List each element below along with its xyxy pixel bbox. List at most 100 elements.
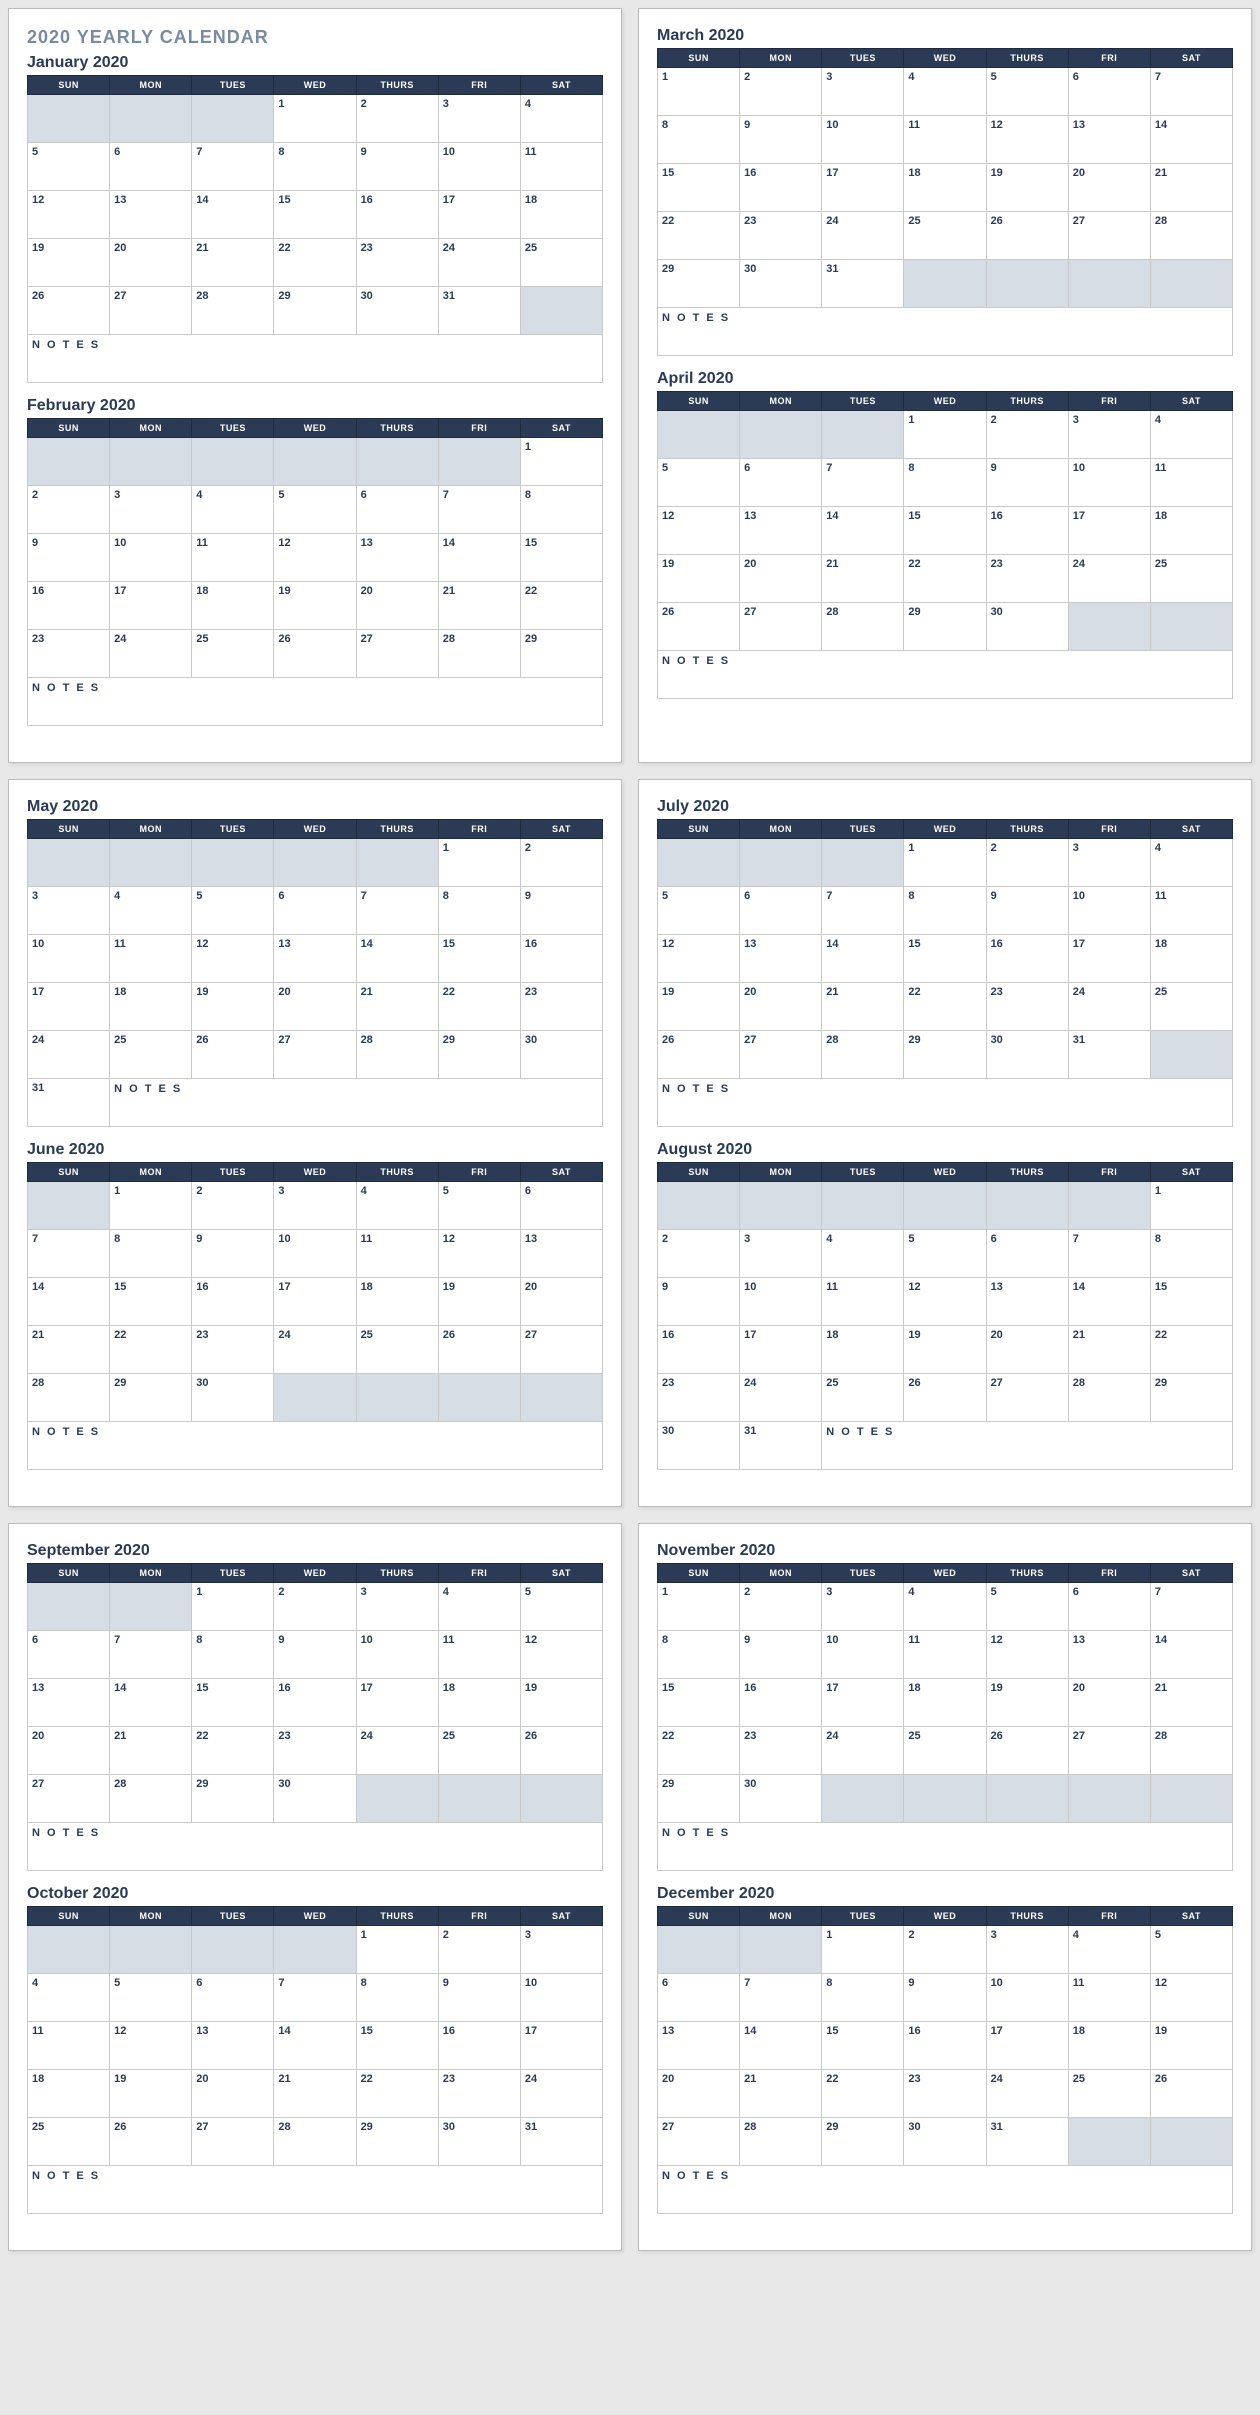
day-cell[interactable]: 17 bbox=[740, 1326, 822, 1374]
day-cell[interactable]: 9 bbox=[192, 1230, 274, 1278]
day-cell[interactable]: 5 bbox=[438, 1182, 520, 1230]
day-cell[interactable]: 6 bbox=[1068, 68, 1150, 116]
day-cell[interactable]: 15 bbox=[274, 191, 356, 239]
day-cell[interactable] bbox=[1068, 1182, 1150, 1230]
day-cell[interactable]: 13 bbox=[740, 935, 822, 983]
day-cell[interactable]: 23 bbox=[274, 1727, 356, 1775]
day-cell[interactable]: 6 bbox=[1068, 1583, 1150, 1631]
day-cell[interactable]: 5 bbox=[28, 143, 110, 191]
day-cell[interactable]: 10 bbox=[356, 1631, 438, 1679]
day-cell[interactable]: 29 bbox=[904, 1031, 986, 1079]
day-cell[interactable]: 26 bbox=[986, 1727, 1068, 1775]
day-cell[interactable]: 24 bbox=[28, 1031, 110, 1079]
day-cell[interactable]: 1 bbox=[438, 839, 520, 887]
day-cell[interactable]: 11 bbox=[438, 1631, 520, 1679]
day-cell[interactable]: 14 bbox=[740, 2022, 822, 2070]
day-cell[interactable] bbox=[658, 411, 740, 459]
day-cell[interactable]: 26 bbox=[658, 603, 740, 651]
day-cell[interactable]: 19 bbox=[986, 1679, 1068, 1727]
day-cell[interactable]: 12 bbox=[986, 116, 1068, 164]
day-cell[interactable]: 16 bbox=[658, 1326, 740, 1374]
day-cell[interactable]: 15 bbox=[822, 2022, 904, 2070]
day-cell[interactable]: 25 bbox=[1068, 2070, 1150, 2118]
day-cell[interactable]: 7 bbox=[192, 143, 274, 191]
day-cell[interactable]: 6 bbox=[520, 1182, 602, 1230]
day-cell[interactable]: 28 bbox=[1068, 1374, 1150, 1422]
day-cell[interactable]: 11 bbox=[904, 116, 986, 164]
day-cell[interactable] bbox=[192, 1926, 274, 1974]
day-cell[interactable]: 20 bbox=[28, 1727, 110, 1775]
day-cell[interactable]: 28 bbox=[110, 1775, 192, 1823]
day-cell[interactable]: 17 bbox=[110, 582, 192, 630]
day-cell[interactable]: 22 bbox=[356, 2070, 438, 2118]
day-cell[interactable]: 11 bbox=[110, 935, 192, 983]
notes-area[interactable]: N O T E S bbox=[110, 1079, 603, 1127]
day-cell[interactable] bbox=[740, 1926, 822, 1974]
day-cell[interactable]: 26 bbox=[904, 1374, 986, 1422]
day-cell[interactable]: 31 bbox=[986, 2118, 1068, 2166]
day-cell[interactable]: 14 bbox=[1150, 116, 1232, 164]
day-cell[interactable]: 16 bbox=[904, 2022, 986, 2070]
day-cell[interactable]: 10 bbox=[520, 1974, 602, 2022]
day-cell[interactable] bbox=[904, 1182, 986, 1230]
day-cell[interactable]: 29 bbox=[438, 1031, 520, 1079]
day-cell[interactable]: 30 bbox=[658, 1422, 740, 1470]
day-cell[interactable]: 16 bbox=[520, 935, 602, 983]
day-cell[interactable]: 23 bbox=[986, 983, 1068, 1031]
day-cell[interactable]: 2 bbox=[28, 486, 110, 534]
day-cell[interactable]: 9 bbox=[438, 1974, 520, 2022]
day-cell[interactable]: 7 bbox=[822, 459, 904, 507]
day-cell[interactable]: 10 bbox=[438, 143, 520, 191]
day-cell[interactable]: 7 bbox=[1150, 68, 1232, 116]
day-cell[interactable]: 3 bbox=[274, 1182, 356, 1230]
day-cell[interactable]: 3 bbox=[1068, 839, 1150, 887]
day-cell[interactable]: 24 bbox=[110, 630, 192, 678]
day-cell[interactable]: 28 bbox=[740, 2118, 822, 2166]
day-cell[interactable] bbox=[658, 1182, 740, 1230]
day-cell[interactable] bbox=[356, 1775, 438, 1823]
day-cell[interactable]: 9 bbox=[986, 887, 1068, 935]
day-cell[interactable]: 6 bbox=[28, 1631, 110, 1679]
day-cell[interactable]: 1 bbox=[1150, 1182, 1232, 1230]
day-cell[interactable]: 29 bbox=[822, 2118, 904, 2166]
day-cell[interactable]: 18 bbox=[28, 2070, 110, 2118]
notes-area[interactable]: N O T E S bbox=[658, 651, 1233, 699]
day-cell[interactable]: 28 bbox=[274, 2118, 356, 2166]
day-cell[interactable]: 2 bbox=[904, 1926, 986, 1974]
day-cell[interactable]: 12 bbox=[192, 935, 274, 983]
day-cell[interactable]: 16 bbox=[740, 1679, 822, 1727]
day-cell[interactable] bbox=[1150, 1775, 1232, 1823]
day-cell[interactable]: 8 bbox=[274, 143, 356, 191]
day-cell[interactable]: 1 bbox=[192, 1583, 274, 1631]
day-cell[interactable]: 7 bbox=[356, 887, 438, 935]
day-cell[interactable]: 17 bbox=[274, 1278, 356, 1326]
day-cell[interactable]: 26 bbox=[274, 630, 356, 678]
day-cell[interactable]: 28 bbox=[192, 287, 274, 335]
day-cell[interactable]: 10 bbox=[28, 935, 110, 983]
day-cell[interactable]: 29 bbox=[274, 287, 356, 335]
notes-area[interactable]: N O T E S bbox=[28, 1823, 603, 1871]
day-cell[interactable]: 1 bbox=[904, 411, 986, 459]
day-cell[interactable]: 16 bbox=[740, 164, 822, 212]
day-cell[interactable]: 13 bbox=[356, 534, 438, 582]
day-cell[interactable]: 26 bbox=[438, 1326, 520, 1374]
day-cell[interactable]: 4 bbox=[1150, 411, 1232, 459]
day-cell[interactable]: 11 bbox=[520, 143, 602, 191]
notes-area[interactable]: N O T E S bbox=[658, 2166, 1233, 2214]
day-cell[interactable]: 29 bbox=[1150, 1374, 1232, 1422]
day-cell[interactable]: 23 bbox=[904, 2070, 986, 2118]
day-cell[interactable]: 22 bbox=[658, 1727, 740, 1775]
day-cell[interactable]: 27 bbox=[1068, 1727, 1150, 1775]
day-cell[interactable]: 14 bbox=[822, 935, 904, 983]
day-cell[interactable]: 21 bbox=[438, 582, 520, 630]
day-cell[interactable]: 8 bbox=[192, 1631, 274, 1679]
day-cell[interactable]: 14 bbox=[110, 1679, 192, 1727]
day-cell[interactable]: 2 bbox=[740, 68, 822, 116]
day-cell[interactable] bbox=[274, 438, 356, 486]
day-cell[interactable]: 31 bbox=[438, 287, 520, 335]
day-cell[interactable]: 4 bbox=[438, 1583, 520, 1631]
day-cell[interactable] bbox=[274, 1926, 356, 1974]
day-cell[interactable]: 19 bbox=[658, 983, 740, 1031]
day-cell[interactable] bbox=[822, 411, 904, 459]
day-cell[interactable]: 15 bbox=[438, 935, 520, 983]
